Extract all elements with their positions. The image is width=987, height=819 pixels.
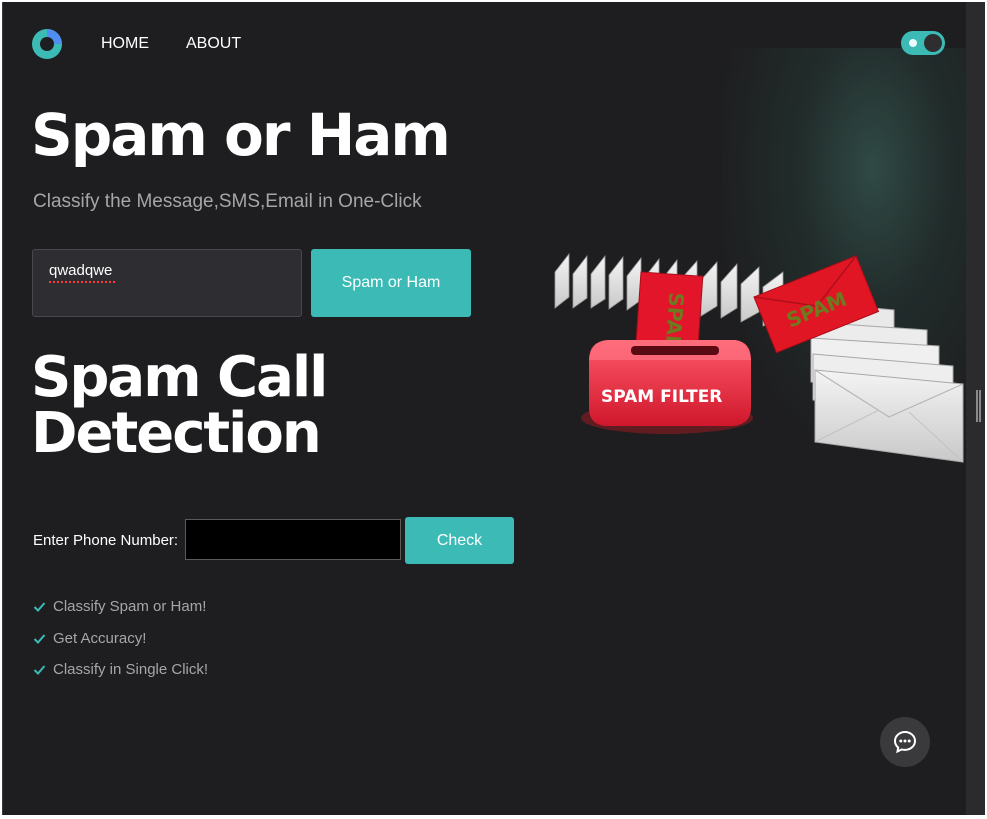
message-input[interactable]	[32, 249, 302, 317]
feature-item: Classify Spam or Ham!	[33, 598, 208, 630]
check-icon	[33, 633, 46, 644]
feature-text: Classify in Single Click!	[53, 661, 209, 678]
hero-subtitle: Classify the Message,SMS,Email in One-Cl…	[33, 191, 422, 212]
spam-filter-box: SPAM FILTER	[581, 340, 753, 434]
check-icon	[33, 602, 46, 612]
check-button[interactable]: Check	[405, 517, 514, 564]
chat-bubble-icon	[893, 730, 917, 754]
hero-title: Spam or Ham	[31, 101, 451, 169]
spam-filter-box-label: SPAM FILTER	[601, 387, 722, 407]
phone-number-input[interactable]	[185, 519, 401, 560]
feature-text: Classify Spam or Ham!	[53, 598, 207, 615]
brand-logo-icon[interactable]	[31, 28, 63, 60]
feature-text: Get Accuracy!	[53, 629, 147, 647]
phone-number-label: Enter Phone Number:	[33, 532, 179, 549]
spellcheck-underline	[49, 281, 117, 283]
chat-button[interactable]	[880, 717, 930, 767]
nav-home-link[interactable]: HOME	[101, 35, 149, 53]
feature-item: Classify in Single Click!	[33, 661, 208, 693]
feature-item: Get Accuracy!	[33, 630, 208, 662]
resize-handle[interactable]	[976, 390, 981, 422]
nav-about-link[interactable]: ABOUT	[186, 35, 241, 53]
spam-call-title-line2: Detection	[31, 401, 322, 466]
toggle-knob	[924, 34, 942, 52]
spam-filter-illustration: SPAM SPAM SPAM FILTER	[554, 252, 964, 463]
spam-or-ham-button[interactable]: Spam or Ham	[311, 249, 471, 317]
theme-toggle[interactable]	[901, 31, 945, 55]
feature-list: Classify Spam or Ham! Get Accuracy! Clas…	[33, 598, 208, 693]
spam-call-title: Spam Call Detection	[31, 350, 328, 462]
toggle-dot-icon	[909, 39, 917, 47]
page-viewport: HOME ABOUT Spam or Ham Classify the Mess…	[2, 2, 967, 815]
check-icon	[33, 665, 46, 675]
window-bottom-edge	[0, 815, 987, 819]
